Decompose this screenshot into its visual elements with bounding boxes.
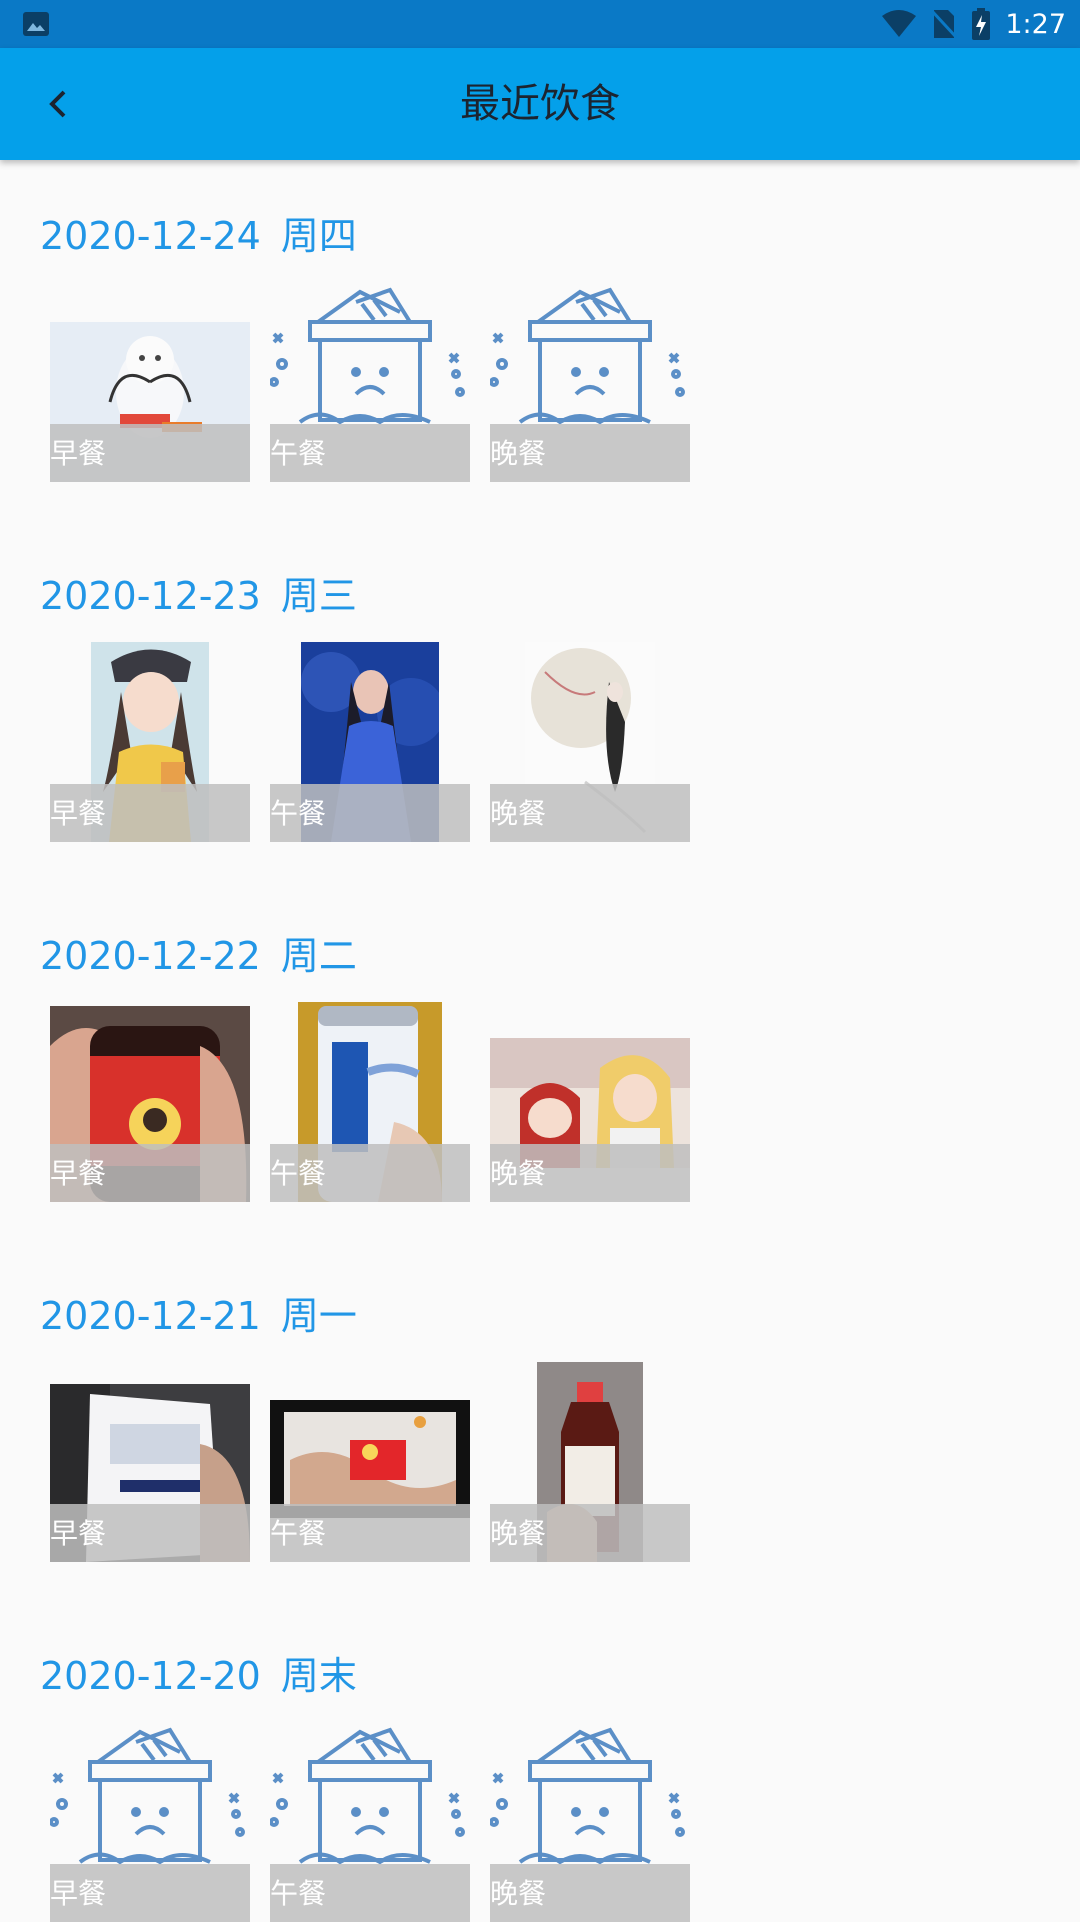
meal-card-lunch[interactable]: 午餐 <box>270 1002 470 1202</box>
meal-card-lunch[interactable]: 午餐 <box>270 1362 470 1562</box>
app-bar: 最近饮食 <box>0 48 1080 160</box>
meal-card-dinner[interactable]: 晚餐 <box>490 642 690 842</box>
day-weekday: 周三 <box>280 574 357 618</box>
battery-charging-icon <box>972 8 991 40</box>
day-weekday: 周二 <box>280 934 357 978</box>
meal-card-lunch[interactable]: 午餐 <box>270 1722 470 1922</box>
meal-card-dinner[interactable]: 晚餐 <box>490 282 690 482</box>
day-header: 2020-12-24 周四 <box>40 206 357 266</box>
meal-label: 早餐 <box>50 1157 107 1190</box>
meal-card-breakfast[interactable]: 早餐 <box>50 1002 250 1202</box>
day-header: 2020-12-22 周二 <box>40 926 357 986</box>
meal-label: 早餐 <box>50 437 107 470</box>
meal-card-breakfast[interactable]: 早餐 <box>50 1362 250 1562</box>
status-bar: 1:27 <box>0 0 1080 48</box>
meal-card-dinner[interactable]: 晚餐 <box>490 1002 690 1202</box>
no-sim-icon <box>931 9 958 39</box>
day-weekday: 周一 <box>280 1294 357 1338</box>
meal-label: 早餐 <box>50 797 107 830</box>
meal-label: 午餐 <box>270 1517 327 1550</box>
day-header: 2020-12-21 周一 <box>40 1286 357 1346</box>
candy-wrapper-photo <box>270 1400 470 1518</box>
meal-label: 晚餐 <box>490 1877 547 1910</box>
meal-label: 午餐 <box>270 1877 327 1910</box>
day-date: 2020-12-20 <box>40 1654 261 1698</box>
meal-label: 午餐 <box>270 1157 327 1190</box>
gallery-icon <box>23 12 49 36</box>
day-weekday: 周四 <box>280 214 357 258</box>
status-time: 1:27 <box>1005 8 1066 40</box>
day-date: 2020-12-22 <box>40 934 261 978</box>
status-icons: 1:27 <box>881 0 1066 48</box>
meal-card-breakfast[interactable]: 早餐 <box>50 282 250 482</box>
day-weekday: 周末 <box>280 1654 357 1698</box>
page-title: 最近饮食 <box>460 81 620 127</box>
chevron-left-icon <box>49 90 66 118</box>
day-date: 2020-12-21 <box>40 1294 261 1338</box>
day-date: 2020-12-23 <box>40 574 261 618</box>
meal-card-lunch[interactable]: 午餐 <box>270 642 470 842</box>
back-button[interactable] <box>30 76 86 132</box>
meal-label: 晚餐 <box>490 437 547 470</box>
meal-label: 晚餐 <box>490 1157 547 1190</box>
meal-card-breakfast[interactable]: 早餐 <box>50 1722 250 1922</box>
meal-label: 晚餐 <box>490 1517 547 1550</box>
day-header: 2020-12-23 周三 <box>40 566 357 626</box>
meal-label: 晚餐 <box>490 797 547 830</box>
day-header: 2020-12-20 周末 <box>40 1646 357 1706</box>
meal-label: 午餐 <box>270 797 327 830</box>
meal-label: 早餐 <box>50 1877 107 1910</box>
wifi-icon <box>882 10 917 37</box>
meal-label: 早餐 <box>50 1517 107 1550</box>
day-date: 2020-12-24 <box>40 214 261 258</box>
meal-card-breakfast[interactable]: 早餐 <box>50 642 250 842</box>
meal-card-lunch[interactable]: 午餐 <box>270 282 470 482</box>
meal-card-dinner[interactable]: 晚餐 <box>490 1722 690 1922</box>
meal-label: 午餐 <box>270 437 327 470</box>
meal-card-dinner[interactable]: 晚餐 <box>490 1362 690 1562</box>
